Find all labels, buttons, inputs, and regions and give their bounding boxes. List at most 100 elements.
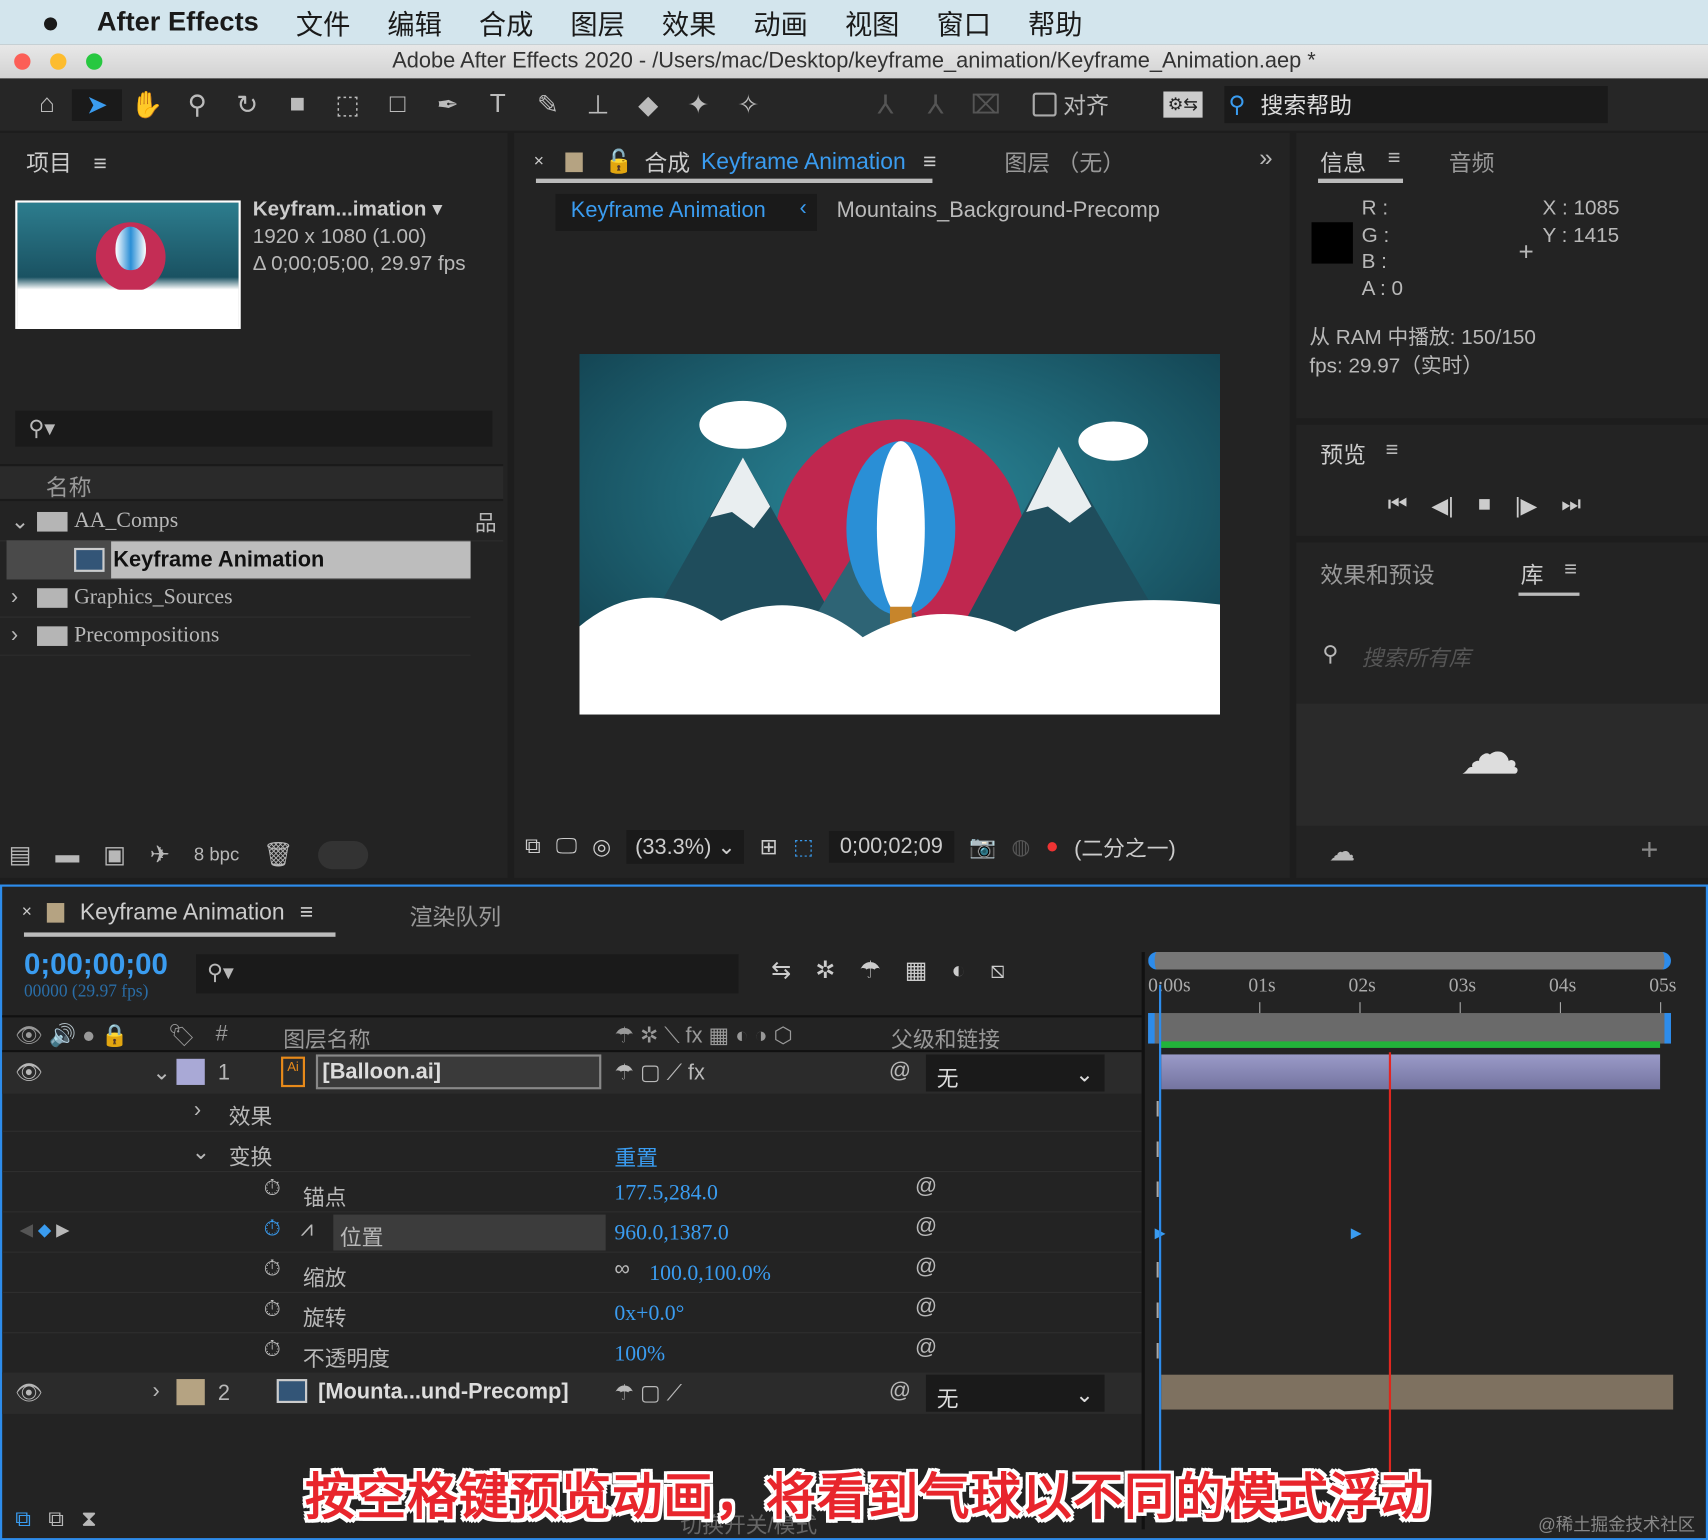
snapshot-icon[interactable]: 📷 — [969, 833, 996, 860]
property-value[interactable]: 0x+0.0° — [614, 1302, 684, 1327]
menu-edit[interactable]: 编辑 — [387, 3, 441, 42]
stopwatch-icon[interactable]: ⏱ — [264, 1338, 281, 1363]
minimize-window-button[interactable] — [50, 53, 67, 70]
clone-stamp-tool-icon[interactable]: ⊥ — [573, 89, 623, 121]
selection-tool-icon[interactable]: ➤ — [71, 88, 123, 121]
layer-row-1[interactable]: 👁 ⌄ 1 Ai [Balloon.ai] ☂ ▢ ⟋ fx @ 无 ⌄ — [2, 1052, 1142, 1094]
puppet-tool-icon[interactable]: ✧ — [723, 89, 773, 121]
stopwatch-icon[interactable]: ⏱ — [264, 1176, 281, 1201]
chevron-down-icon[interactable]: ⌄ — [11, 508, 37, 535]
menu-layer[interactable]: 图层 — [570, 3, 624, 42]
property-row-rotation[interactable]: ⏱ 旋转 0x+0.0° @ — [2, 1293, 1142, 1334]
column-layer-name-header[interactable]: 图层名称 — [283, 1022, 370, 1054]
trash-icon[interactable]: 🗑 — [263, 841, 293, 869]
project-item-graphics-sources[interactable]: › Graphics_Sources — [0, 578, 471, 618]
pickwhip-icon[interactable]: @ — [915, 1215, 937, 1240]
project-item-precompositions[interactable]: › Precompositions — [0, 617, 471, 656]
layer-switches[interactable]: ☂ ▢ ⟋ fx — [614, 1059, 704, 1086]
zoom-tool-icon[interactable]: ⚲ — [172, 89, 222, 121]
tab-project[interactable]: 项目 ≡ — [26, 146, 107, 179]
stopwatch-icon[interactable]: ⏱ — [264, 1257, 281, 1282]
property-value[interactable]: 重置 — [614, 1140, 658, 1172]
eraser-tool-icon[interactable]: ◆ — [623, 89, 673, 121]
close-icon[interactable]: × — [22, 903, 32, 923]
layer-name[interactable]: [Mounta...und-Precomp] — [318, 1380, 569, 1405]
last-frame-icon[interactable]: ⏭ — [1561, 492, 1581, 519]
bpc-button[interactable]: 8 bpc — [194, 844, 239, 866]
new-comp-icon[interactable]: ▣ — [103, 841, 126, 869]
roto-brush-tool-icon[interactable]: ✦ — [673, 89, 723, 121]
menu-view[interactable]: 视图 — [845, 3, 899, 42]
tab-libraries[interactable]: 库 — [1521, 558, 1544, 591]
home-icon[interactable]: ⌂ — [22, 89, 72, 120]
property-value[interactable]: 100% — [614, 1342, 665, 1367]
always-preview-icon[interactable]: ⧉ — [525, 834, 541, 859]
tab-preview[interactable]: 预览 — [1320, 438, 1366, 471]
pickwhip-icon[interactable]: @ — [915, 1295, 937, 1320]
show-snapshot-icon[interactable]: ◍ — [1011, 833, 1030, 860]
zoom-window-button[interactable] — [86, 53, 103, 70]
work-area-bar[interactable] — [1148, 1013, 1671, 1044]
tab-render-queue[interactable]: 渲染队列 — [410, 900, 502, 933]
column-name-header[interactable]: 名称 — [46, 471, 92, 504]
pan-behind-tool-icon[interactable]: ⬚ — [322, 89, 372, 121]
chevron-right-icon[interactable]: › — [11, 623, 37, 648]
parent-dropdown[interactable]: 无 ⌄ — [925, 1374, 1105, 1412]
menu-effect[interactable]: 效果 — [662, 3, 716, 42]
constrain-proportions-icon[interactable]: ∞ — [614, 1257, 630, 1282]
interpret-footage-icon[interactable]: ▤ — [9, 841, 32, 869]
panel-menu-icon[interactable]: ≡ — [1386, 438, 1399, 463]
comp-mini-flowchart-icon[interactable]: ⇆ — [771, 956, 791, 984]
layer-row-2[interactable]: 👁 › 2 [Mounta...und-Precomp] ☂ ▢ ⟋ @ 无 ⌄ — [2, 1372, 1142, 1414]
parent-dropdown[interactable]: 无 ⌄ — [925, 1054, 1105, 1092]
property-row-anchor[interactable]: ⏱ 锚点 177.5,284.0 @ — [2, 1172, 1142, 1213]
chevron-icon[interactable]: ⌄ — [192, 1138, 210, 1165]
project-search-input[interactable]: ⚲▾ — [15, 410, 493, 447]
close-icon[interactable]: × — [534, 153, 544, 173]
current-time-display[interactable]: 0;00;02;09 — [829, 831, 954, 863]
composition-viewer[interactable] — [579, 354, 1221, 715]
cloud-sync-icon[interactable]: ☁ — [1329, 837, 1355, 869]
grid-icon[interactable]: ⊞ — [760, 833, 778, 860]
magnification-dropdown[interactable]: (33.3%) ⌄ — [626, 830, 745, 864]
first-frame-icon[interactable]: ⏮ — [1388, 492, 1408, 519]
tab-info[interactable]: 信息 — [1320, 146, 1366, 179]
keyframe-navigator[interactable]: ◀ ◆ ▶ — [20, 1219, 70, 1241]
current-time[interactable]: 0;00;00;00 — [24, 948, 168, 982]
resolution-dropdown[interactable]: (二分之一) — [1074, 831, 1176, 863]
pickwhip-icon[interactable]: @ — [915, 1255, 937, 1280]
camera-tool-icon[interactable]: ■ — [272, 89, 322, 120]
panel-menu-icon[interactable]: ≡ — [923, 149, 936, 175]
close-window-button[interactable] — [14, 53, 31, 70]
stopwatch-icon[interactable]: ⏱ — [264, 1297, 281, 1322]
overflow-icon[interactable]: » — [1259, 144, 1272, 172]
panel-menu-icon[interactable]: ≡ — [300, 900, 313, 926]
stop-icon[interactable]: ■ — [1478, 492, 1491, 519]
hand-tool-icon[interactable]: ✋ — [122, 89, 172, 121]
timeline-divider[interactable] — [1141, 952, 1145, 1530]
menu-file[interactable]: 文件 — [296, 3, 350, 42]
stopwatch-icon[interactable]: ⏱ — [264, 1217, 281, 1242]
property-row-scale[interactable]: ⏱ 缩放 ∞ 100.0,100.0% @ — [2, 1253, 1142, 1293]
toggle-icon[interactable] — [317, 840, 368, 870]
time-ruler[interactable]: 0:00s 01s 02s 03s 04s 05s — [1148, 972, 1676, 1016]
tab-effects-presets[interactable]: 效果和预设 — [1320, 558, 1434, 591]
graph-icon[interactable]: ⩘ — [301, 1217, 313, 1242]
layer-1-duration-bar[interactable] — [1161, 1054, 1661, 1090]
apple-icon[interactable]: ● — [41, 5, 59, 40]
layer-color-label[interactable] — [176, 1058, 205, 1085]
pickwhip-icon[interactable]: @ — [915, 1174, 937, 1199]
chevron-right-icon[interactable]: › — [11, 585, 37, 610]
property-value[interactable]: 960.0,1387.0 — [614, 1221, 728, 1246]
render-time-icon[interactable]: ⧗ — [81, 1508, 96, 1540]
axis-view-icon[interactable]: ⌧ — [961, 89, 1011, 121]
tab-timeline[interactable]: × Keyframe Animation ≡ — [22, 900, 313, 926]
frame-blending-icon[interactable]: ▦ — [905, 956, 928, 984]
type-tool-icon[interactable]: T — [473, 89, 523, 120]
transfer-controls-icon[interactable]: ⧉ — [48, 1508, 64, 1540]
panel-menu-icon[interactable]: ≡ — [94, 151, 107, 176]
layer-switches-toggle-icon[interactable]: ⧉ — [15, 1508, 31, 1540]
search-help-field[interactable]: ⚲ 搜索帮助 — [1224, 86, 1608, 124]
axis-world-icon[interactable]: ⅄ — [911, 89, 961, 121]
layer-2-duration-bar[interactable] — [1161, 1374, 1674, 1410]
